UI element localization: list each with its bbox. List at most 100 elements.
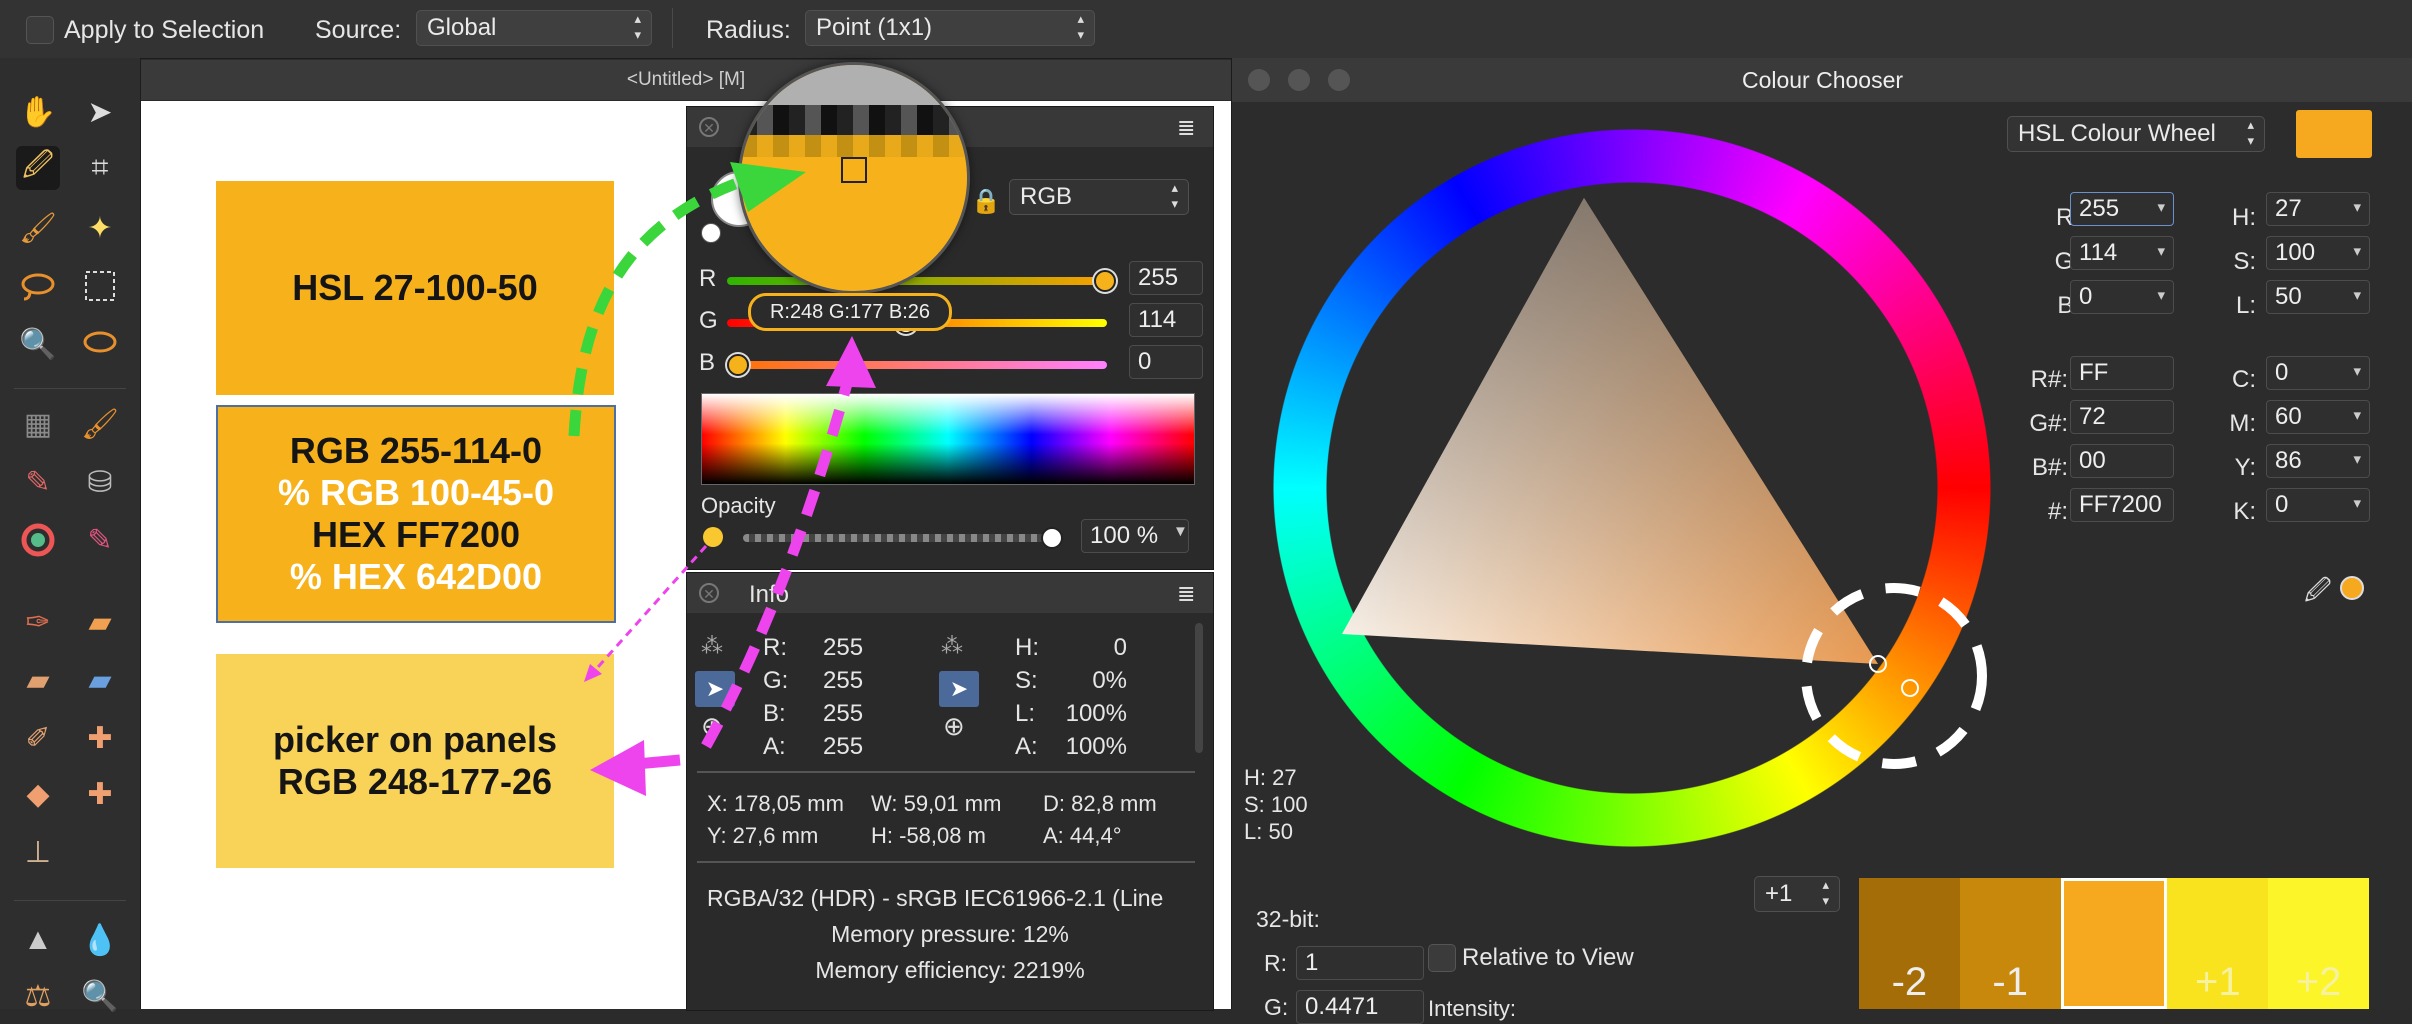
samplers-icon[interactable]: ⁂ <box>701 633 723 659</box>
g-hex-field[interactable]: 72 <box>2070 400 2174 434</box>
chevron-down-icon[interactable]: ▾ <box>2353 193 2361 224</box>
r-hex-field[interactable]: FF <box>2070 356 2174 390</box>
panel-menu-icon[interactable]: ≣ <box>1177 115 1195 141</box>
crosshair-icon[interactable]: ⊕ <box>701 711 723 742</box>
chevron-down-icon[interactable]: ▾ <box>2157 237 2165 268</box>
close-icon[interactable]: ✕ <box>699 117 719 137</box>
blur-icon[interactable]: 💧 <box>78 918 122 962</box>
chevron-down-icon[interactable]: ▾ <box>2353 281 2361 312</box>
b-slider[interactable] <box>727 361 1107 369</box>
r-slider[interactable] <box>727 277 1107 285</box>
g-field[interactable]: 114 ▾ <box>2070 236 2174 270</box>
pointer-sampler-icon[interactable]: ➤ <box>939 671 979 707</box>
m-field[interactable]: 60 ▾ <box>2266 400 2370 434</box>
samplers-icon[interactable]: ⁂ <box>941 633 963 659</box>
swatch-hsl[interactable]: HSL 27-100-50 <box>216 181 614 395</box>
swatch-rgb[interactable]: RGB 255-114-0 % RGB 100-45-0 HEX FF7200 … <box>216 405 616 623</box>
flood-eraser-icon[interactable]: ▰ <box>78 658 122 702</box>
patch-icon[interactable]: ◆ <box>16 772 60 816</box>
window-zoom-icon[interactable] <box>1328 69 1350 91</box>
b-hex-field[interactable]: 00 <box>2070 444 2174 478</box>
s-field[interactable]: 100 ▾ <box>2266 236 2370 270</box>
crosshair-icon[interactable]: ⊕ <box>943 711 965 742</box>
window-minimize-icon[interactable] <box>1288 69 1310 91</box>
step-current[interactable] <box>2060 878 2168 1009</box>
eyedropper-icon[interactable]: 🖉 <box>2304 572 2332 616</box>
info-scrollbar[interactable] <box>1195 623 1203 753</box>
radius-dropdown[interactable]: Point (1x1) ▴ ▾ <box>805 10 1095 46</box>
r-slider-knob[interactable] <box>1094 270 1116 292</box>
window-close-icon[interactable] <box>1248 69 1270 91</box>
paint-mixer-icon[interactable]: ✎ <box>78 518 122 562</box>
b-slider-knob[interactable] <box>727 354 749 376</box>
picked-colour-dot[interactable] <box>2340 576 2364 600</box>
b-field[interactable]: 0 ▾ <box>2070 280 2174 314</box>
l-field[interactable]: 50 ▾ <box>2266 280 2370 314</box>
chevron-down-icon[interactable]: ▼ <box>1173 523 1188 540</box>
k-field[interactable]: 0 ▾ <box>2266 488 2370 522</box>
y-field[interactable]: 86 ▾ <box>2266 444 2370 478</box>
fill-bucket-icon[interactable]: ⛁ <box>78 460 122 504</box>
freehand-selection-icon[interactable] <box>78 322 122 366</box>
document-tab[interactable]: <Untitled> [M] <box>141 60 1231 100</box>
step-plus-2[interactable]: +2 <box>2268 878 2369 1009</box>
colour-spectrum[interactable] <box>701 393 1195 485</box>
opacity-slider[interactable] <box>743 534 1051 542</box>
hand-tool-icon[interactable]: ✋ <box>16 90 60 134</box>
zoom-tool-icon[interactable]: 🔍 <box>78 974 122 1018</box>
opacity-slider-knob[interactable] <box>1041 527 1063 549</box>
colour-mode-dropdown[interactable]: RGB ▴ ▾ <box>1009 179 1189 215</box>
current-colour-swatch[interactable] <box>2296 110 2372 158</box>
colour-wheel-brush-icon[interactable] <box>16 518 60 562</box>
grid-icon[interactable]: ▦ <box>16 402 60 446</box>
chevron-down-icon[interactable]: ▾ <box>2353 357 2361 388</box>
red-eye-icon[interactable]: ⚖ <box>16 974 60 1018</box>
step-minus-2[interactable]: -2 <box>1859 878 1960 1009</box>
chevron-down-icon[interactable]: ▾ <box>2157 281 2165 312</box>
c-field[interactable]: 0 ▾ <box>2266 356 2370 390</box>
step-plus-1[interactable]: +1 <box>2167 878 2269 1009</box>
h-field[interactable]: 27 ▾ <box>2266 192 2370 226</box>
pointer-sampler-icon[interactable]: ➤ <box>695 671 735 707</box>
eraser-icon[interactable]: ▰ <box>78 600 122 644</box>
close-icon[interactable]: ✕ <box>699 583 719 603</box>
paint-brush-icon[interactable]: 🖌 <box>16 206 60 250</box>
g-value-field[interactable]: 114 <box>1129 303 1203 337</box>
relative-to-view-checkbox[interactable] <box>1428 944 1456 972</box>
info-panel-title[interactable]: Info <box>749 581 789 609</box>
blemish-icon[interactable]: ✚ <box>78 772 122 816</box>
smudge-icon[interactable]: ✑ <box>16 600 60 644</box>
colour-model-dropdown[interactable]: HSL Colour Wheel ▴ ▾ <box>2007 116 2265 152</box>
lock-icon[interactable]: 🔒 <box>971 187 1001 216</box>
crop-tool-icon[interactable]: ⌗ <box>78 146 122 190</box>
marquee-icon[interactable] <box>78 264 122 308</box>
r-value-field[interactable]: 255 <box>1129 261 1203 295</box>
zoom-icon[interactable]: 🔍 <box>16 322 60 366</box>
clone-stamp-icon[interactable]: ⊥ <box>16 830 60 874</box>
panel-menu-icon[interactable]: ≣ <box>1177 581 1195 607</box>
step-dropdown[interactable]: +1 ▴ ▾ <box>1754 876 1840 912</box>
hex-field[interactable]: FF7200 <box>2070 488 2174 522</box>
no-colour-icon[interactable] <box>701 223 721 243</box>
swatch-picker[interactable]: picker on panels RGB 248-177-26 <box>216 654 614 868</box>
source-dropdown[interactable]: Global ▴ ▾ <box>416 10 652 46</box>
colour-picker-tool-icon[interactable]: 🖉 <box>16 146 60 190</box>
brush-icon[interactable]: 🖌 <box>78 402 122 446</box>
r-field[interactable]: 255 ▾ <box>2070 192 2174 226</box>
chevron-down-icon[interactable]: ▾ <box>2353 489 2361 520</box>
apply-to-selection-checkbox[interactable] <box>26 16 54 44</box>
b-value-field[interactable]: 0 <box>1129 345 1203 379</box>
bit-g-field[interactable]: 0.4471 <box>1296 990 1424 1024</box>
chevron-down-icon[interactable]: ▾ <box>2353 445 2361 476</box>
sharpen-icon[interactable]: ▲ <box>16 918 60 962</box>
background-eraser-icon[interactable]: ▰ <box>16 658 60 702</box>
move-tool-icon[interactable]: ➤ <box>78 90 122 134</box>
healing-icon[interactable]: ✚ <box>78 716 122 760</box>
magic-wand-icon[interactable]: ✦ <box>78 206 122 250</box>
bit-r-field[interactable]: 1 <box>1296 946 1424 980</box>
step-minus-1[interactable]: -1 <box>1959 878 2061 1009</box>
colour-brush-icon[interactable]: ✎ <box>16 460 60 504</box>
lasso-icon[interactable] <box>16 264 60 308</box>
dodge-icon[interactable]: ✐ <box>16 716 60 760</box>
hsl-colour-wheel[interactable] <box>1272 128 1992 848</box>
